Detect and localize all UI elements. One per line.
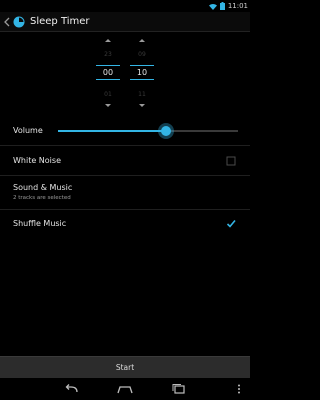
hours-decrement-icon[interactable] (102, 102, 114, 110)
minutes-increment-icon[interactable] (136, 36, 148, 44)
up-caret-icon[interactable] (3, 16, 11, 28)
minutes-next-value: 11 (138, 91, 146, 98)
action-bar: Sleep Timer (0, 12, 250, 32)
sound-music-row[interactable]: Sound & Music 2 tracks are selected (0, 176, 250, 210)
wifi-icon (208, 3, 217, 10)
status-bar: 11:01 (0, 0, 250, 12)
white-noise-checkbox[interactable] (226, 156, 236, 166)
sound-music-subtitle: 2 tracks are selected (13, 195, 71, 201)
hours-previous-value: 23 (104, 51, 112, 58)
volume-slider-fill (58, 130, 166, 132)
volume-slider-thumb[interactable] (161, 126, 171, 136)
minutes-previous-value: 09 (138, 51, 146, 58)
screen-title: Sleep Timer (30, 16, 90, 27)
minutes-decrement-icon[interactable] (136, 102, 148, 110)
start-button[interactable]: Start (0, 356, 250, 378)
hours-next-value: 01 (104, 91, 112, 98)
white-noise-label: White Noise (13, 156, 61, 165)
app-timer-icon[interactable] (13, 16, 25, 28)
hours-increment-icon[interactable] (102, 36, 114, 44)
minutes-value[interactable]: 10 (130, 65, 154, 80)
status-time: 11:01 (227, 2, 248, 10)
hours-value[interactable]: 00 (96, 65, 120, 80)
volume-label: Volume (13, 126, 43, 135)
navigation-bar (0, 378, 250, 400)
status-icons: 11:01 (208, 1, 248, 11)
shuffle-music-row[interactable]: Shuffle Music (0, 210, 250, 240)
menu-icon[interactable] (236, 383, 242, 395)
minutes-picker[interactable]: 09 10 11 (130, 36, 154, 111)
battery-icon (219, 2, 225, 10)
shuffle-music-checkbox[interactable] (226, 219, 236, 229)
white-noise-row[interactable]: White Noise (0, 146, 250, 176)
sound-music-label: Sound & Music (13, 183, 73, 192)
volume-row: Volume (0, 116, 250, 146)
shuffle-music-label: Shuffle Music (13, 219, 67, 228)
recent-apps-icon[interactable] (170, 383, 188, 395)
hours-picker[interactable]: 23 00 01 (96, 36, 120, 111)
volume-slider[interactable] (58, 126, 238, 136)
home-icon[interactable] (116, 383, 134, 395)
back-icon[interactable] (62, 383, 80, 395)
